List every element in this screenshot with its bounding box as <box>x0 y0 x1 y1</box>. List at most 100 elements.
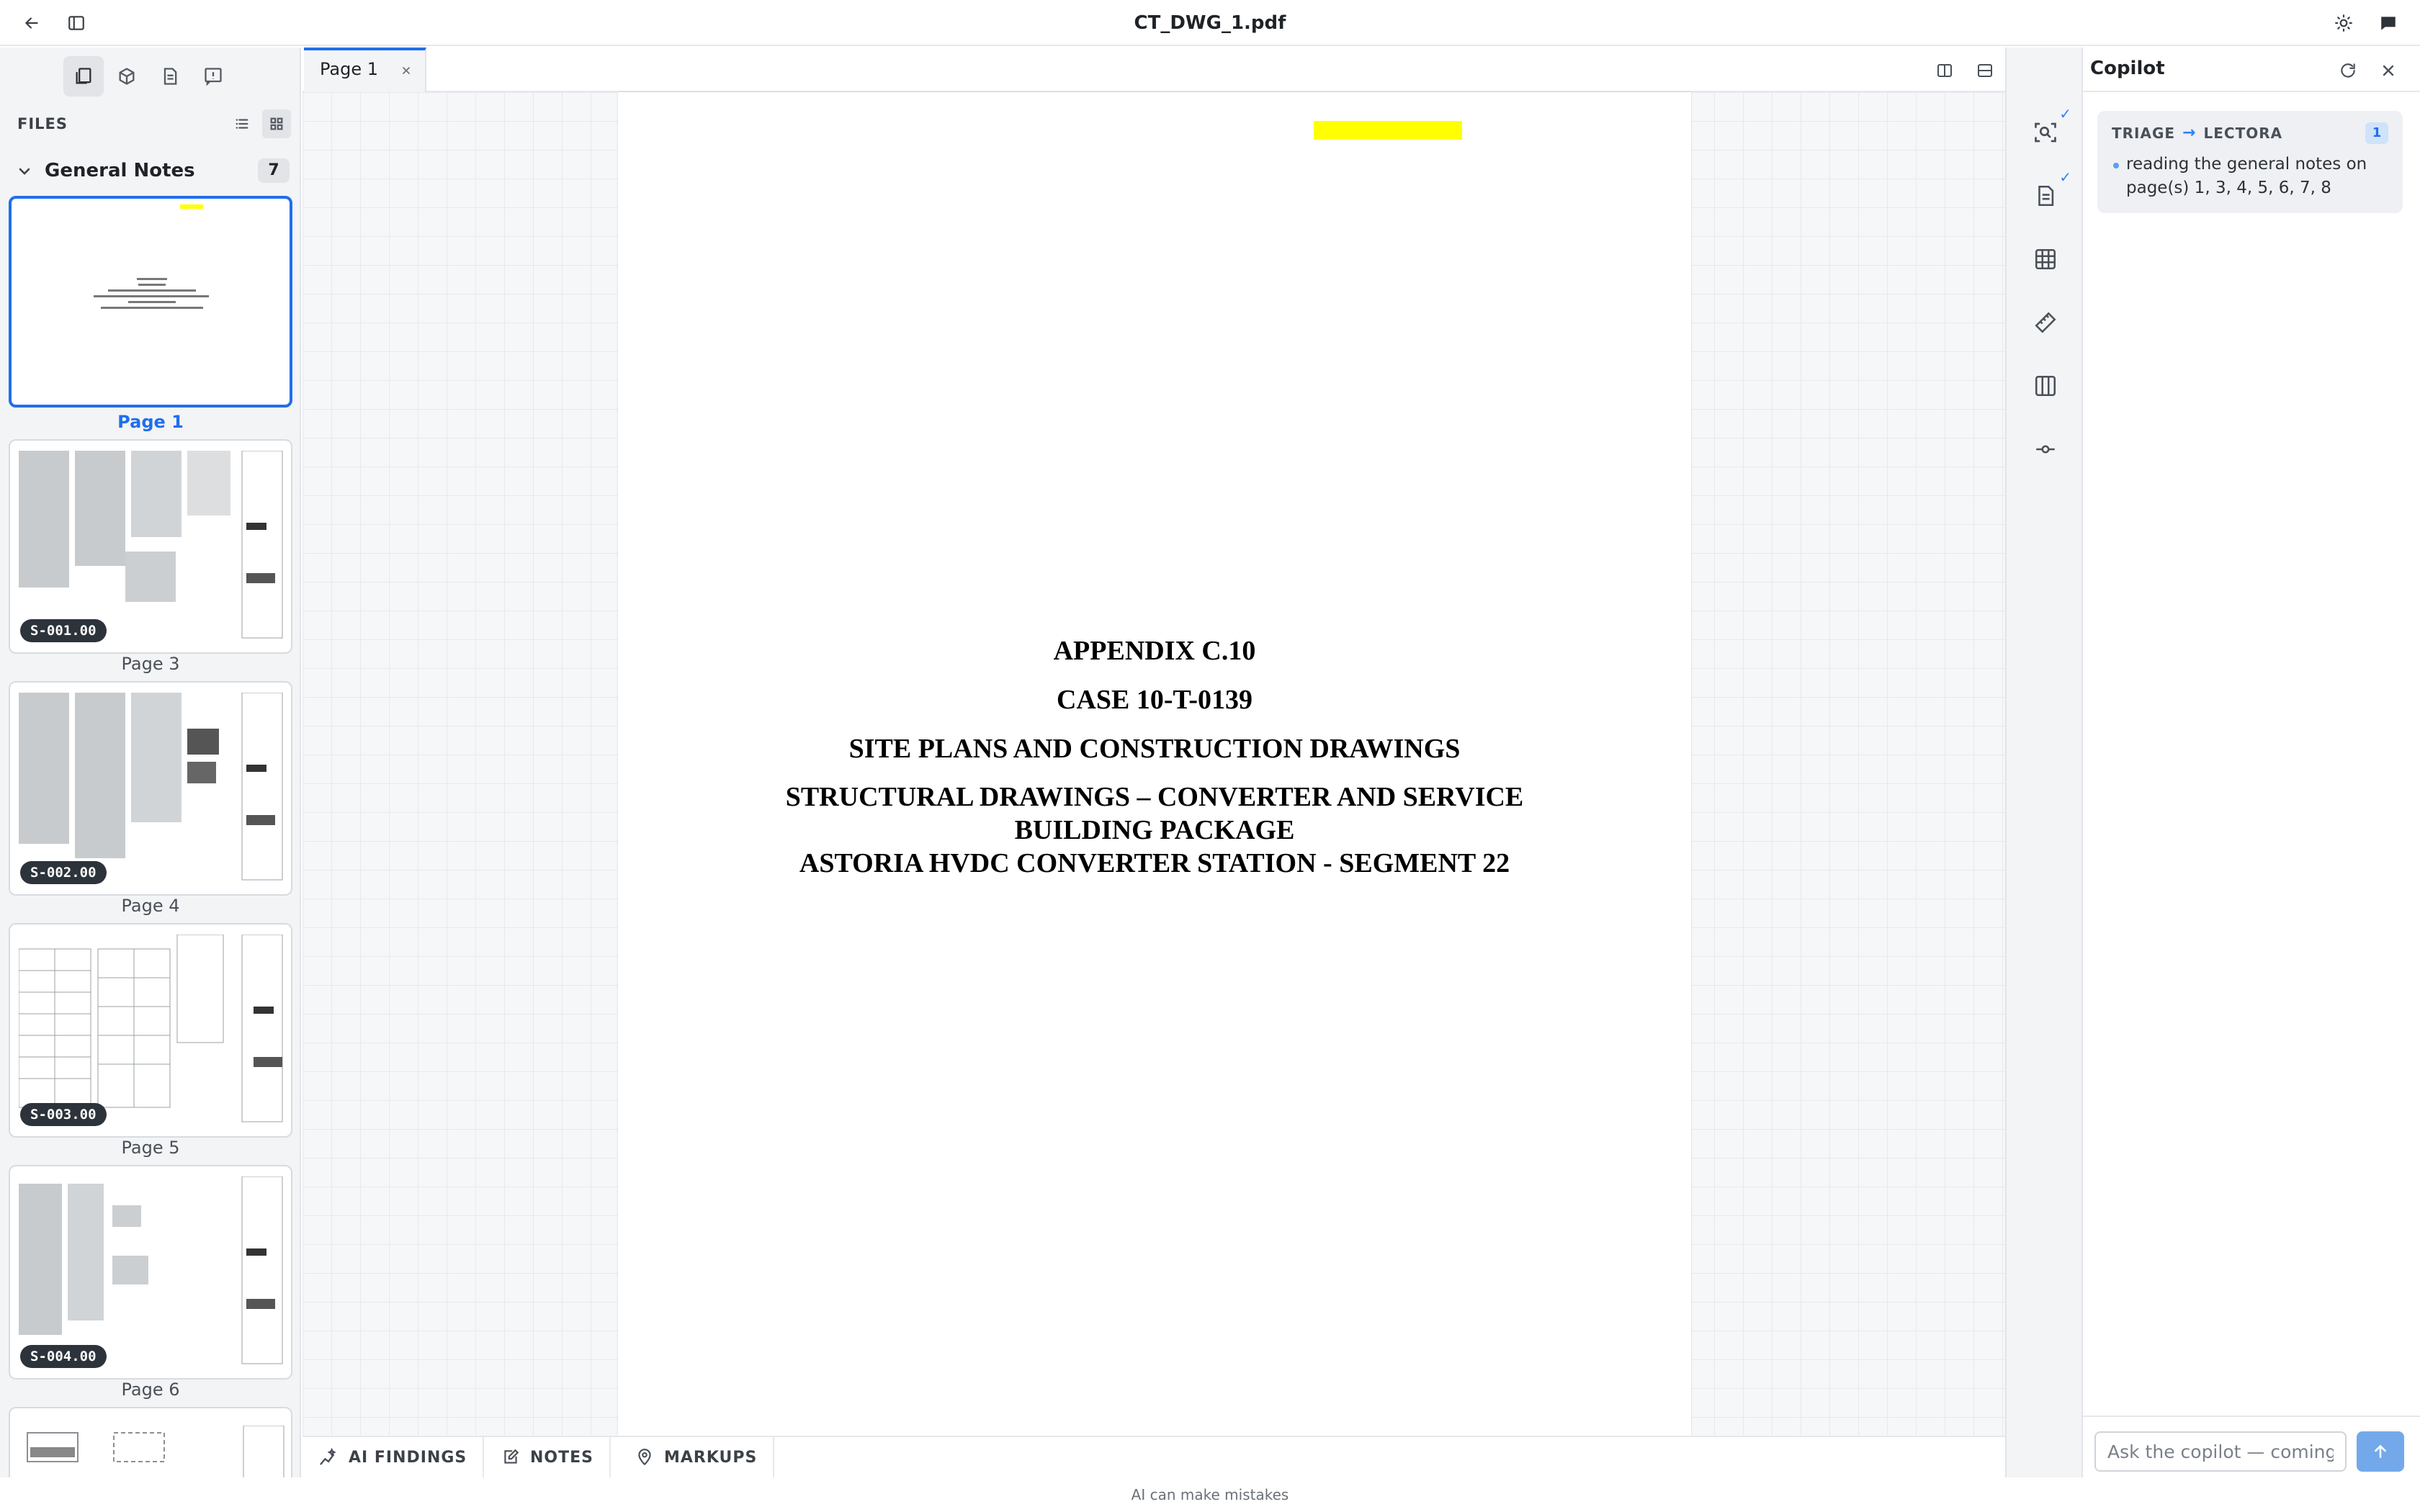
tool-document[interactable]: ✓ <box>2025 168 2071 216</box>
thumbnail-preview <box>19 1176 283 1364</box>
panel-tab-issues[interactable] <box>193 56 233 96</box>
tool-commit[interactable] <box>2025 429 2066 469</box>
close-copilot-button[interactable] <box>2374 56 2403 85</box>
close-icon <box>2383 65 2394 76</box>
agent-to: LECTORA <box>2203 124 2283 142</box>
theme-toggle-button[interactable] <box>2329 9 2358 37</box>
pages-icon <box>76 68 91 84</box>
tool-measure[interactable] <box>2025 302 2066 343</box>
cover-line: ASTORIA HVDC CONVERTER STATION - SEGMENT… <box>799 848 1510 878</box>
split-horizontal-button[interactable] <box>1971 58 1999 84</box>
tool-zoom-search[interactable]: ✓ <box>2025 105 2071 153</box>
refresh-button[interactable] <box>2334 56 2362 85</box>
copilot-title: Copilot <box>2090 58 2165 79</box>
section-count-badge: 7 <box>258 158 290 183</box>
tab-notes[interactable]: NOTES <box>485 1437 611 1477</box>
cover-line: SITE PLANS AND CONSTRUCTION DRAWINGS <box>848 734 1461 764</box>
chevron-down-icon <box>19 168 30 175</box>
tab-page-1[interactable]: Page 1 <box>304 48 426 92</box>
split-horizontal-icon <box>1978 64 1992 77</box>
tab-markups[interactable]: MARKUPS <box>619 1437 775 1477</box>
send-button[interactable] <box>2357 1431 2404 1472</box>
section-title: General Notes <box>45 160 195 181</box>
page-label[interactable]: Page 6 <box>9 1380 292 1400</box>
document-icon <box>163 68 177 85</box>
page-label[interactable]: Page 4 <box>9 896 292 916</box>
cover-line: BUILDING PACKAGE <box>1014 815 1295 845</box>
thumbnail-preview <box>19 935 283 1122</box>
chat-toggle-button[interactable] <box>2374 9 2403 37</box>
files-header: FILES <box>17 107 291 143</box>
document-viewer[interactable]: APPENDIX C.10 CASE 10-T-0139 SITE PLANS … <box>302 92 2005 1436</box>
page-label[interactable]: Page 3 <box>9 654 292 674</box>
tool-table[interactable] <box>2025 239 2066 279</box>
thumbnail-preview <box>19 451 283 639</box>
tool-columns[interactable] <box>2025 366 2066 406</box>
scan-search-icon <box>2035 122 2056 143</box>
grid-icon <box>270 117 283 130</box>
grid-view-button[interactable] <box>262 109 291 138</box>
arrow-left-icon <box>24 17 38 29</box>
tab-label: Page 1 <box>320 59 378 79</box>
tab-label: AI FINDINGS <box>349 1448 467 1467</box>
cover-line: CASE 10-T-0139 <box>1056 685 1253 715</box>
highlight-annotation[interactable] <box>1314 121 1462 140</box>
bullet-icon <box>2113 163 2119 168</box>
close-icon <box>403 67 410 74</box>
page-label[interactable]: Page 5 <box>9 1138 292 1158</box>
copilot-input[interactable] <box>2094 1431 2347 1472</box>
panel-tabs <box>63 56 233 96</box>
page-thumbnail[interactable]: S-002.00 <box>9 681 292 896</box>
refresh-icon <box>2341 63 2355 78</box>
tab-label: MARKUPS <box>664 1448 758 1467</box>
window-title: CT_DWG_1.pdf <box>1134 12 1286 34</box>
page-thumbnail[interactable]: S-004.00 <box>9 1165 292 1380</box>
thumbnail-highlight <box>180 204 203 209</box>
panel-tab-model[interactable] <box>107 56 147 96</box>
pdf-page[interactable]: APPENDIX C.10 CASE 10-T-0139 SITE PLANS … <box>618 92 1691 1436</box>
panel-tab-pages[interactable] <box>63 56 104 96</box>
toggle-sidebar-button[interactable] <box>62 9 91 37</box>
disclaimer-text: AI can make mistakes <box>0 1477 2420 1512</box>
section-header[interactable]: General Notes 7 <box>16 157 290 186</box>
thumbnail-preview <box>19 693 283 881</box>
sidebar-icon <box>68 16 84 30</box>
arrow-up-icon <box>2375 1444 2386 1458</box>
copilot-panel: Copilot TRIAGE → LECTORA 1 reading the g… <box>2083 48 2420 1477</box>
list-view-button[interactable] <box>228 109 256 138</box>
thumbnail-preview <box>94 278 209 309</box>
file-text-icon <box>2038 185 2054 207</box>
title-bar: CT_DWG_1.pdf <box>0 0 2420 46</box>
tab-ai-findings[interactable]: AI FINDINGS <box>302 1437 485 1477</box>
panel-tab-document[interactable] <box>150 56 190 96</box>
agent-message: reading the general notes on page(s) 1, … <box>2126 155 2367 197</box>
page-thumbnail[interactable] <box>9 196 292 408</box>
cover-line: STRUCTURAL DRAWINGS – CONVERTER AND SERV… <box>785 782 1524 812</box>
agent-count-badge: 1 <box>2365 122 2388 144</box>
copilot-header: Copilot <box>2083 48 2420 92</box>
agent-status-card: TRIAGE → LECTORA 1 reading the general n… <box>2097 111 2403 213</box>
table-icon <box>2035 248 2056 270</box>
check-icon: ✓ <box>2059 168 2071 186</box>
tab-label: NOTES <box>530 1448 593 1467</box>
split-vertical-button[interactable] <box>1930 58 1959 84</box>
ruler-icon <box>2035 312 2056 333</box>
page-thumbnail[interactable]: S-003.00 <box>9 923 292 1138</box>
map-pin-icon <box>638 1449 651 1466</box>
sheet-number-badge: S-003.00 <box>20 1103 107 1126</box>
close-tab-button[interactable] <box>396 60 416 81</box>
tool-rail: ✓ ✓ <box>2005 48 2083 1477</box>
back-button[interactable] <box>17 9 46 37</box>
cover-line: APPENDIX C.10 <box>1053 636 1256 666</box>
columns-icon <box>2035 375 2056 397</box>
sheet-number-badge: S-001.00 <box>20 619 107 642</box>
sparkle-chart-icon <box>320 1447 336 1465</box>
page-label[interactable]: Page 1 <box>9 412 292 432</box>
agent-from: TRIAGE <box>2112 124 2176 142</box>
commit-icon <box>2036 445 2055 454</box>
files-label: FILES <box>17 115 68 132</box>
split-vertical-icon <box>1937 64 1952 77</box>
alert-box-icon <box>205 68 222 86</box>
page-thumbnail[interactable]: S-001.00 <box>9 439 292 654</box>
sun-icon <box>2335 14 2352 32</box>
